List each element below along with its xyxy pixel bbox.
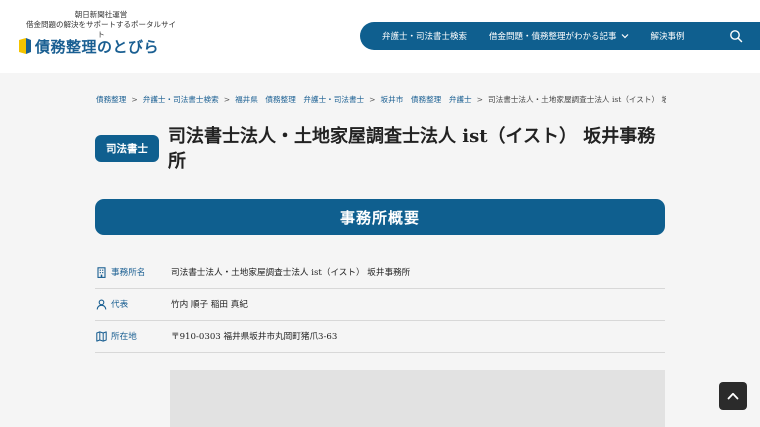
building-icon [97, 266, 106, 278]
nav-articles-label: 借金問題・債務整理がわかる記事 [489, 32, 617, 42]
breadcrumb-item-debt[interactable]: 債務整理 [96, 94, 126, 105]
info-label: 所在地 [95, 330, 171, 342]
map-icon [96, 330, 107, 342]
page-title: 司法書士法人・土地家屋調査士法人 ist（イスト） 坂井事務所 [168, 126, 656, 172]
category-badge: 司法書士 [95, 135, 159, 162]
office-map[interactable] [170, 370, 665, 427]
breadcrumb-separator: > [476, 94, 484, 104]
nav-lawyer-search[interactable]: 弁護士・司法書士検索 [382, 30, 467, 42]
logo-text: 債務整理のとびら [35, 37, 160, 56]
section-title: 事務所概要 [95, 199, 665, 235]
site-header: 朝日新聞社運営 借金問題の解決をサポートするポータルサイト 債務整理のとびら 弁… [0, 0, 760, 73]
info-value-office-name: 司法書士法人・土地家屋調査士法人 ist（イスト） 坂井事務所 [171, 268, 411, 278]
info-label: 事務所名 [95, 266, 171, 278]
info-value-address: 〒910-0303 福井県坂井市丸岡町猪爪3-63 [171, 332, 338, 342]
info-label-text: 代表 [111, 300, 129, 310]
main-nav: 弁護士・司法書士検索 借金問題・債務整理がわかる記事 解決事例 [360, 22, 760, 50]
info-label: 代表 [95, 298, 171, 310]
nav-case-studies-label: 解決事例 [650, 32, 685, 42]
breadcrumb-separator: > [369, 94, 376, 104]
nav-case-studies[interactable]: 解決事例 [651, 30, 685, 42]
door-logo-icon [19, 38, 31, 54]
info-label-text: 事務所名 [111, 268, 146, 278]
nav-articles[interactable]: 借金問題・債務整理がわかる記事 [489, 30, 629, 42]
tagline-operator: 朝日新聞社運営 [74, 10, 128, 19]
breadcrumb-separator: > [131, 94, 138, 104]
breadcrumb: 債務整理 > 弁護士・司法書士検索 > 福井県 債務整理 弁護士・司法書士 > … [96, 93, 666, 105]
chevron-down-icon [621, 34, 628, 39]
breadcrumb-item-prefecture[interactable]: 福井県 債務整理 弁護士・司法書士 [235, 94, 364, 105]
search-icon[interactable] [729, 29, 743, 43]
person-icon [96, 299, 107, 309]
info-row-address: 所在地 〒910-0303 福井県坂井市丸岡町猪爪3-63 [95, 320, 665, 353]
site-logo[interactable]: 債務整理のとびら [18, 36, 159, 56]
info-row-representative: 代表 竹内 順子 稲田 真紀 [95, 288, 665, 321]
chevron-up-icon [727, 392, 739, 400]
breadcrumb-separator: > [223, 94, 231, 104]
info-value-representative: 竹内 順子 稲田 真紀 [171, 300, 248, 310]
breadcrumb-item-city[interactable]: 坂井市 債務整理 弁護士 [381, 94, 472, 105]
breadcrumb-item-search[interactable]: 弁護士・司法書士検索 [143, 94, 219, 105]
back-to-top-button[interactable] [719, 382, 747, 410]
breadcrumb-item-current: 司法書士法人・土地家屋調査士法人 ist（イスト） 坂井事務所 [488, 94, 666, 104]
nav-lawyer-search-label: 弁護士・司法書士検索 [382, 32, 468, 42]
info-label-text: 所在地 [111, 332, 137, 342]
info-row-office-name: 事務所名 司法書士法人・土地家屋調査士法人 ist（イスト） 坂井事務所 [95, 256, 665, 289]
